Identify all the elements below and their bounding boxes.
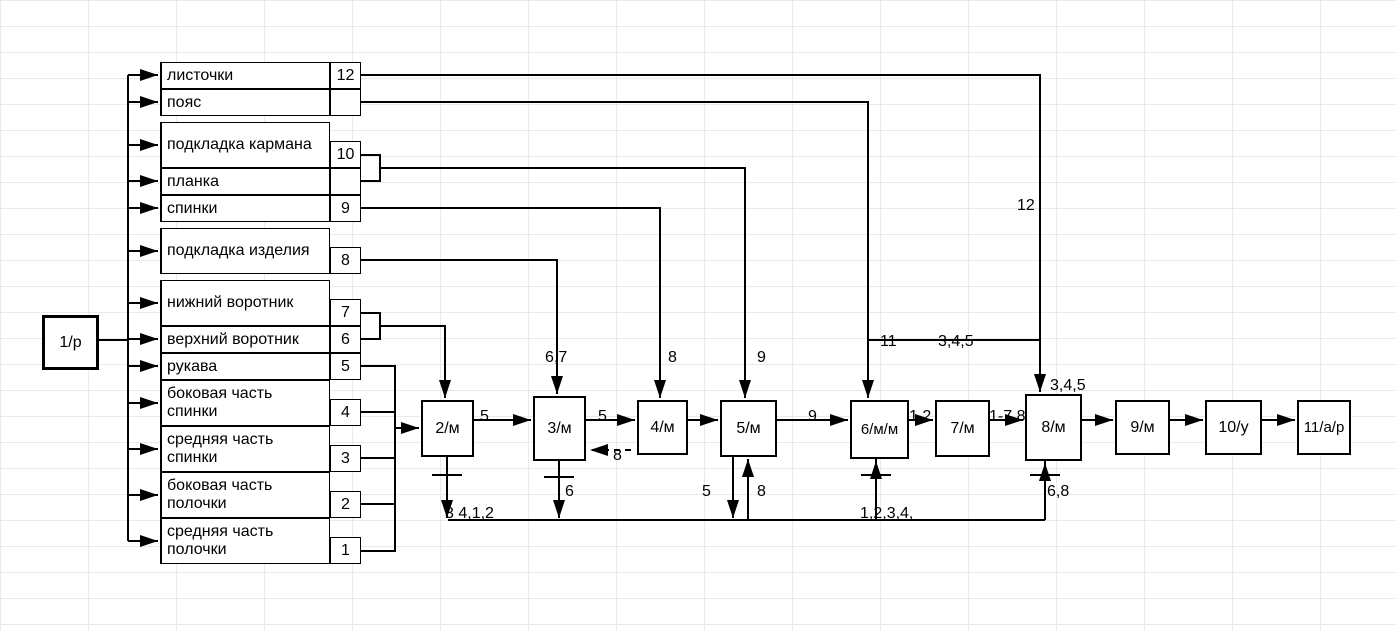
- op-box: 5/м: [720, 400, 777, 457]
- item-num: [330, 89, 361, 116]
- item-num: [330, 168, 361, 195]
- item-row: нижний воротник: [160, 280, 330, 326]
- edge-label: 9: [757, 349, 766, 367]
- edge-label: 6,8: [1047, 483, 1069, 501]
- item-num: 1: [330, 537, 361, 564]
- edge-label: 1,2: [909, 408, 931, 426]
- item-num: 8: [330, 247, 361, 274]
- diagram-canvas: 1/p листочки 12 пояс подкладка кармана 1…: [0, 0, 1396, 631]
- op-box: 7/м: [935, 400, 990, 457]
- item-name: листочки: [167, 67, 233, 85]
- edge-label: 8: [668, 349, 677, 367]
- item-name: нижний воротник: [167, 294, 293, 312]
- edge-label: 5: [598, 408, 607, 426]
- edge-label: 6: [565, 483, 574, 501]
- edge-label: 1,2,3,4,: [860, 505, 913, 523]
- item-row: средняя часть полочки: [160, 518, 330, 564]
- item-row: планка: [160, 168, 330, 195]
- item-name: подкладка кармана: [167, 136, 312, 154]
- item-row: листочки: [160, 62, 330, 89]
- item-name: боковая часть полочки: [167, 477, 324, 513]
- edge-label: 9: [808, 408, 817, 426]
- item-name: рукава: [167, 358, 217, 376]
- item-name: пояс: [167, 94, 201, 112]
- edge-label: 1-7,8: [989, 408, 1025, 426]
- edge-label: 6,7: [545, 349, 567, 367]
- item-row: пояс: [160, 89, 330, 116]
- item-row: рукава: [160, 353, 330, 380]
- item-name: боковая часть спинки: [167, 385, 324, 421]
- item-name: планка: [167, 173, 219, 191]
- item-num: 5: [330, 353, 361, 380]
- edge-label: 8: [757, 483, 766, 501]
- item-name: спинки: [167, 200, 217, 218]
- item-row: подкладка изделия: [160, 228, 330, 274]
- item-num: 3: [330, 445, 361, 472]
- item-name: подкладка изделия: [167, 242, 310, 260]
- item-row: средняя часть спинки: [160, 426, 330, 472]
- edge-label: 5: [702, 483, 711, 501]
- item-row: верхний воротник: [160, 326, 330, 353]
- op-box: 4/м: [637, 400, 688, 455]
- item-name: верхний воротник: [167, 331, 299, 349]
- edge-label: 3,4,5: [1050, 377, 1086, 395]
- item-num: 2: [330, 491, 361, 518]
- op-box: 2/м: [421, 400, 474, 457]
- item-num: 4: [330, 399, 361, 426]
- item-num: 12: [330, 62, 361, 89]
- op-box: 9/м: [1115, 400, 1170, 455]
- item-num: 9: [330, 195, 361, 222]
- item-num: 6: [330, 326, 361, 353]
- item-num: 7: [330, 299, 361, 326]
- op-box: 8/м: [1025, 394, 1082, 461]
- item-name: средняя часть спинки: [167, 431, 324, 467]
- op-box: 3/м: [533, 396, 586, 461]
- item-row: боковая часть полочки: [160, 472, 330, 518]
- item-row: боковая часть спинки: [160, 380, 330, 426]
- edge-label: 3 4,1,2: [445, 505, 494, 523]
- op-box: 6/м/м: [850, 400, 909, 459]
- edge-label: 12: [1017, 197, 1035, 215]
- item-name: средняя часть полочки: [167, 523, 324, 559]
- edge-label: 8: [613, 447, 622, 465]
- item-num: 10: [330, 141, 361, 168]
- item-row: подкладка кармана: [160, 122, 330, 168]
- item-row: спинки: [160, 195, 330, 222]
- source-label: 1/p: [59, 333, 81, 352]
- edge-label: 3,4,5: [938, 333, 974, 351]
- edge-label: 11: [880, 333, 897, 351]
- op-box: 11/а/р: [1297, 400, 1351, 455]
- source-box: 1/p: [42, 315, 99, 370]
- edge-label: 5: [480, 408, 489, 426]
- op-box: 10/у: [1205, 400, 1262, 455]
